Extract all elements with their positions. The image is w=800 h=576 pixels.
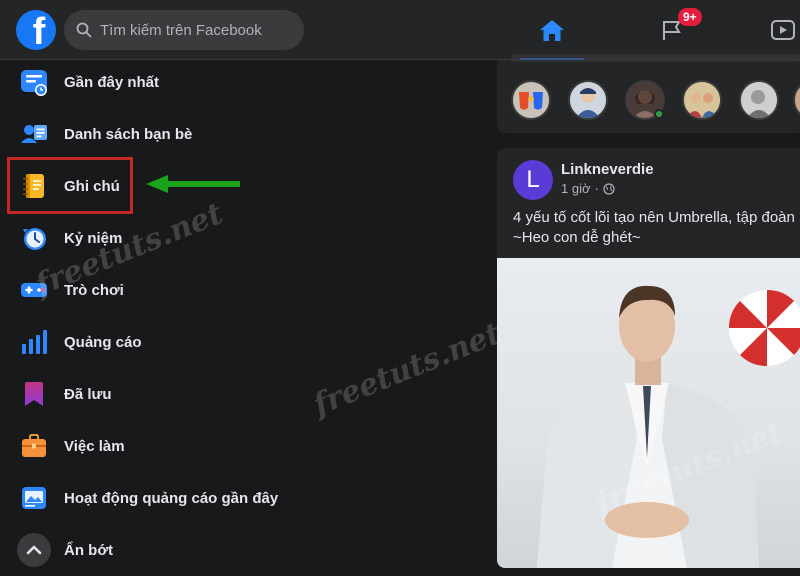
sidebar-item-label: Hoạt động quảng cáo gần đây	[64, 489, 279, 507]
search-icon	[76, 22, 92, 38]
jobs-briefcase-icon	[16, 428, 52, 464]
saved-bookmark-icon	[16, 376, 52, 412]
facebook-logo[interactable]: f	[16, 10, 56, 50]
sidebar-item-label: Đã lưu	[64, 385, 112, 403]
highlight-box	[7, 157, 133, 214]
contacts-card	[497, 54, 800, 133]
sidebar-item-label: Trò chơi	[64, 281, 124, 299]
sidebar-item-recent-ad-activity[interactable]: Hoạt động quảng cáo gần đây	[8, 472, 468, 524]
notification-badge: 9+	[678, 8, 702, 26]
watch-tab[interactable]	[770, 0, 800, 60]
meta-separator: ·	[594, 181, 599, 196]
author-avatar[interactable]: L	[513, 160, 553, 200]
sidebar-item-friends-list[interactable]: Danh sách bạn bè	[8, 108, 468, 160]
friends-list-icon	[16, 116, 52, 152]
sidebar-item-label: Danh sách bạn bè	[64, 125, 193, 143]
avatar[interactable]	[682, 80, 722, 120]
clipped-header	[511, 54, 800, 62]
avatar[interactable]	[511, 80, 551, 120]
post-text-line: ~Heo con dễ ghét~	[513, 229, 641, 246]
ads-chart-icon	[16, 324, 52, 360]
sidebar-item-label: Ẩn bớt	[64, 541, 113, 559]
memories-clock-icon	[16, 220, 52, 256]
avatar[interactable]	[793, 80, 800, 120]
home-icon	[540, 20, 564, 41]
recent-ad-activity-icon	[16, 480, 52, 516]
post-card: L Linkneverdie 1 giờ · 4 yếu tố cốt lõi …	[497, 148, 800, 568]
green-arrow-annotation	[146, 175, 240, 193]
top-navigation-bar: f 9+	[0, 0, 800, 61]
sidebar-item-show-less[interactable]: Ẩn bớt	[8, 524, 468, 576]
video-icon	[771, 20, 795, 40]
doctor-figure-image	[537, 285, 800, 568]
search-box[interactable]	[64, 10, 304, 50]
sidebar-item-ads[interactable]: Quảng cáo	[8, 316, 468, 368]
sidebar-item-memories[interactable]: Kỷ niệm	[8, 212, 468, 264]
games-icon	[16, 272, 52, 308]
recent-feed-icon	[16, 64, 52, 100]
post-meta: 1 giờ ·	[561, 181, 615, 196]
online-status-dot	[654, 109, 664, 119]
sidebar-item-recent[interactable]: Gần đây nhất	[8, 56, 468, 108]
post-video-thumbnail[interactable]	[497, 258, 800, 568]
sidebar-item-label: Việc làm	[64, 437, 125, 455]
sidebar-item-label: Gần đây nhất	[64, 73, 160, 91]
avatar[interactable]	[568, 80, 608, 120]
sidebar-item-label: Quảng cáo	[64, 333, 142, 351]
home-tab[interactable]	[520, 0, 584, 61]
news-feed: L Linkneverdie 1 giờ · 4 yếu tố cốt lõi …	[497, 54, 800, 568]
sidebar-item-jobs[interactable]: Việc làm	[8, 420, 468, 472]
left-sidebar: Gần đây nhất Danh sách bạn bè Ghi chú Kỷ…	[0, 60, 480, 567]
sidebar-item-label: Kỷ niệm	[64, 229, 123, 247]
post-author-name[interactable]: Linkneverdie	[561, 161, 654, 178]
sidebar-item-saved[interactable]: Đã lưu	[8, 368, 468, 420]
post-time[interactable]: 1 giờ	[561, 181, 591, 196]
post-text: 4 yếu tố cốt lõi tạo nên Umbrella, tập đ…	[513, 208, 800, 248]
sidebar-item-games[interactable]: Trò chơi	[8, 264, 468, 316]
globe-icon	[603, 182, 615, 195]
umbrella-logo	[728, 289, 800, 367]
search-input[interactable]	[100, 21, 290, 39]
avatar[interactable]	[739, 80, 779, 120]
post-text-line: 4 yếu tố cốt lõi tạo nên Umbrella, tập đ…	[513, 209, 795, 226]
